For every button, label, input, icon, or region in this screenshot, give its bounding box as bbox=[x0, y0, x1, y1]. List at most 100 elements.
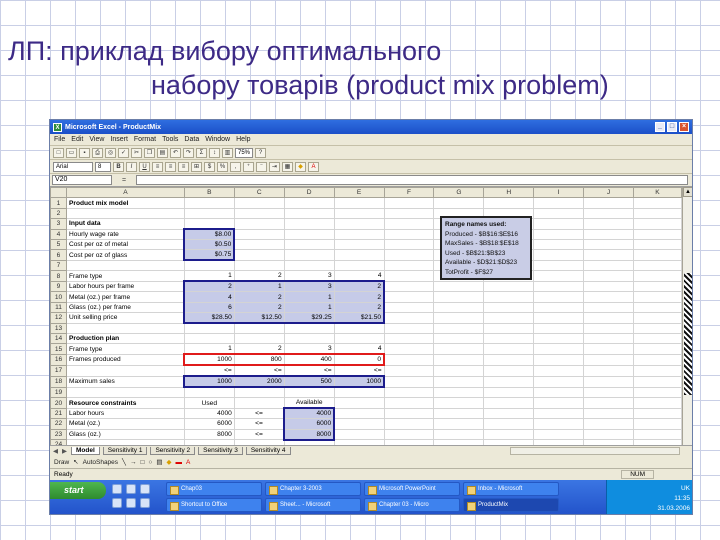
empty-cell[interactable] bbox=[383, 353, 435, 366]
font-color-icon[interactable]: A bbox=[308, 161, 319, 172]
pointer-icon[interactable]: ↖ bbox=[73, 458, 78, 466]
empty-cell[interactable] bbox=[633, 259, 682, 272]
row-header[interactable]: 21 bbox=[50, 407, 67, 420]
cell-value[interactable]: 0 bbox=[333, 353, 386, 367]
cell-value[interactable]: 6000 bbox=[283, 418, 336, 430]
name-box[interactable]: V20 bbox=[52, 175, 112, 185]
maximize-icon[interactable]: □ bbox=[667, 122, 677, 132]
textbox-icon[interactable]: ▤ bbox=[156, 458, 162, 466]
empty-cell[interactable] bbox=[633, 301, 682, 314]
empty-cell[interactable] bbox=[533, 418, 585, 430]
align-left-icon[interactable]: ≡ bbox=[152, 161, 163, 172]
cell-label[interactable]: Frames produced bbox=[65, 353, 185, 366]
cell-label[interactable]: Cost per oz of glass bbox=[65, 249, 185, 261]
column-header[interactable]: E bbox=[333, 187, 385, 199]
cell-value[interactable]: 2 bbox=[233, 291, 285, 303]
empty-cell[interactable] bbox=[583, 218, 634, 230]
empty-cell[interactable] bbox=[583, 364, 634, 377]
row-header[interactable]: 15 bbox=[50, 343, 67, 355]
empty-cell[interactable] bbox=[583, 428, 634, 441]
menu-view[interactable]: View bbox=[89, 136, 104, 143]
cell-label[interactable] bbox=[65, 322, 185, 335]
cell-value[interactable] bbox=[333, 418, 385, 430]
cell-value[interactable]: 8000 bbox=[283, 428, 336, 441]
cell-label[interactable] bbox=[65, 259, 185, 272]
cell-value[interactable] bbox=[233, 197, 285, 209]
cell-value[interactable]: 1 bbox=[183, 343, 235, 355]
empty-cell[interactable] bbox=[483, 418, 535, 430]
row-header[interactable]: 22 bbox=[50, 418, 67, 430]
cell-value[interactable] bbox=[283, 249, 335, 261]
empty-cell[interactable] bbox=[483, 280, 535, 293]
empty-cell[interactable] bbox=[383, 218, 435, 230]
empty-cell[interactable] bbox=[633, 428, 682, 441]
menu-format[interactable]: Format bbox=[134, 136, 156, 143]
cell-value[interactable] bbox=[283, 239, 335, 251]
arrow-icon[interactable]: → bbox=[130, 459, 137, 466]
sheet-tab-sensitivity-1[interactable]: Sensitivity 1 bbox=[102, 447, 148, 455]
cell-value[interactable]: <= bbox=[183, 364, 235, 377]
align-center-icon[interactable]: ≡ bbox=[165, 161, 176, 172]
empty-cell[interactable] bbox=[583, 418, 634, 430]
empty-cell[interactable] bbox=[583, 312, 634, 324]
menu-file[interactable]: File bbox=[54, 136, 65, 143]
cell-value[interactable] bbox=[233, 322, 285, 335]
cell-value[interactable] bbox=[333, 397, 385, 409]
cell-value[interactable] bbox=[233, 259, 285, 272]
empty-cell[interactable] bbox=[383, 312, 435, 324]
currency-icon[interactable]: $ bbox=[204, 161, 215, 172]
row-header[interactable]: 18 bbox=[50, 375, 67, 388]
cell-value[interactable] bbox=[333, 428, 385, 441]
empty-cell[interactable] bbox=[433, 428, 485, 441]
cell-value[interactable]: 1000 bbox=[183, 375, 235, 389]
empty-cell[interactable] bbox=[633, 270, 682, 282]
cell-label[interactable]: Metal (oz.) bbox=[65, 418, 185, 430]
row-header[interactable]: 9 bbox=[50, 280, 67, 293]
cell-value[interactable]: <= bbox=[233, 428, 285, 441]
cell-value[interactable] bbox=[233, 249, 285, 261]
cell-value[interactable] bbox=[283, 207, 335, 220]
paste-icon[interactable]: ▤ bbox=[157, 147, 168, 158]
empty-cell[interactable] bbox=[433, 280, 485, 293]
empty-cell[interactable] bbox=[583, 332, 634, 345]
empty-cell[interactable] bbox=[633, 364, 682, 377]
empty-cell[interactable] bbox=[633, 239, 682, 251]
row-header[interactable]: 8 bbox=[50, 270, 67, 282]
row-header[interactable]: 7 bbox=[50, 259, 67, 272]
quicklaunch-icon[interactable] bbox=[112, 484, 122, 494]
empty-cell[interactable] bbox=[383, 332, 435, 345]
fill-icon[interactable]: ◆ bbox=[167, 458, 172, 466]
empty-cell[interactable] bbox=[383, 228, 435, 241]
cell-value[interactable]: 1 bbox=[283, 291, 335, 303]
empty-cell[interactable] bbox=[483, 197, 535, 209]
bold-icon[interactable]: B bbox=[113, 161, 124, 172]
empty-cell[interactable] bbox=[633, 228, 682, 241]
row-header[interactable]: 6 bbox=[50, 249, 67, 261]
cell-value[interactable] bbox=[333, 249, 385, 261]
cell-value[interactable] bbox=[283, 386, 335, 399]
cell-value[interactable] bbox=[283, 228, 335, 241]
empty-cell[interactable] bbox=[383, 301, 435, 314]
draw-menu[interactable]: Draw bbox=[54, 459, 69, 466]
empty-cell[interactable] bbox=[533, 207, 585, 220]
empty-cell[interactable] bbox=[433, 291, 485, 303]
cell-value[interactable]: <= bbox=[233, 364, 285, 377]
column-header[interactable]: H bbox=[483, 187, 535, 199]
taskbar-button[interactable]: Microsoft PowerPoint bbox=[364, 482, 460, 496]
taskbar-button-active[interactable]: ProductMix bbox=[463, 498, 559, 512]
empty-cell[interactable] bbox=[633, 343, 682, 355]
empty-cell[interactable] bbox=[483, 364, 535, 377]
autosum-icon[interactable]: Σ bbox=[196, 147, 207, 158]
decrease-decimal-icon[interactable]: ⁻ bbox=[256, 161, 267, 172]
empty-cell[interactable] bbox=[583, 280, 634, 293]
sheet-tab-model[interactable]: Model bbox=[71, 447, 100, 455]
cell-value[interactable] bbox=[233, 386, 285, 399]
increase-decimal-icon[interactable]: ⁺ bbox=[243, 161, 254, 172]
empty-cell[interactable] bbox=[433, 364, 485, 377]
taskbar-button[interactable]: Shortcut to Office bbox=[166, 498, 262, 512]
column-header[interactable]: G bbox=[433, 187, 485, 199]
empty-cell[interactable] bbox=[533, 228, 585, 241]
column-header[interactable]: I bbox=[533, 187, 585, 199]
cell-value[interactable]: 1000 bbox=[183, 353, 235, 367]
cell-value[interactable]: 3 bbox=[283, 270, 335, 282]
